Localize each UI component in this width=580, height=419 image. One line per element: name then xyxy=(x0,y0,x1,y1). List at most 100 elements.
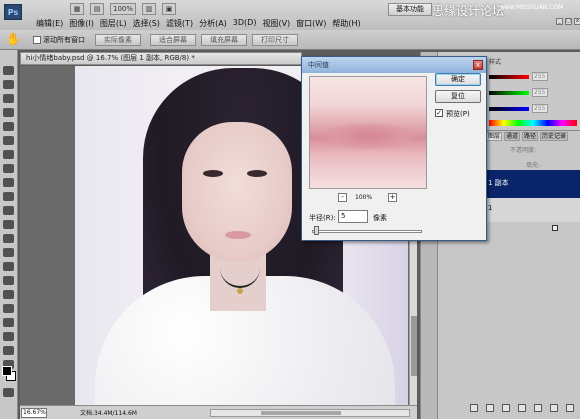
dialog-close-button[interactable]: x xyxy=(473,60,483,70)
close-icon[interactable]: x xyxy=(574,18,580,25)
quick-mask-icon[interactable] xyxy=(3,388,14,397)
reset-button[interactable]: 复位 xyxy=(435,90,481,103)
type-tool-icon[interactable] xyxy=(3,276,14,285)
radius-input[interactable]: 5 xyxy=(338,210,368,223)
menu-window[interactable]: 窗口(W) xyxy=(296,18,326,29)
mini-bridge-icon[interactable]: ▤ xyxy=(90,3,104,15)
3d-rotate-tool-icon[interactable] xyxy=(3,318,14,327)
radius-slider-track[interactable] xyxy=(312,230,422,233)
horizontal-scrollbar[interactable] xyxy=(210,409,410,417)
blue-slider[interactable] xyxy=(489,107,529,111)
foreground-color-swatch[interactable] xyxy=(2,366,12,376)
group-icon[interactable] xyxy=(534,404,542,412)
red-slider[interactable] xyxy=(489,75,529,79)
path-select-tool-icon[interactable] xyxy=(3,290,14,299)
zoom-level-select[interactable]: 100% xyxy=(110,3,136,15)
shape-tool-icon[interactable] xyxy=(3,304,14,313)
screen-mode-icon[interactable]: ▣ xyxy=(162,3,176,15)
pendant xyxy=(237,288,243,294)
link-layers-icon[interactable] xyxy=(470,404,478,412)
blur-tool-icon[interactable] xyxy=(3,234,14,243)
green-value[interactable]: 255 xyxy=(532,88,548,97)
quick-select-tool-icon[interactable] xyxy=(3,108,14,117)
scroll-all-checkbox[interactable] xyxy=(33,36,41,44)
red-value[interactable]: 255 xyxy=(532,72,548,81)
crop-tool-icon[interactable] xyxy=(3,122,14,131)
healing-tool-icon[interactable] xyxy=(3,150,14,159)
status-bar: 16.67% 文档:34.4M/114.6M xyxy=(20,405,417,419)
adjustment-layer-icon[interactable] xyxy=(518,404,526,412)
arrange-icon[interactable]: ▥ xyxy=(142,3,156,15)
watermark-text: 思缘设计论坛 xyxy=(432,4,505,18)
doc-info[interactable]: 文档:34.4M/114.6M xyxy=(80,408,137,417)
tab-history[interactable]: 历史记录 xyxy=(540,132,569,141)
preview-zoom-out-button[interactable]: - xyxy=(338,193,347,202)
layer-row-selected[interactable]: 1 副本 xyxy=(482,170,580,198)
filter-preview[interactable] xyxy=(309,76,427,189)
menu-help[interactable]: 帮助(H) xyxy=(332,18,360,29)
preview-lips xyxy=(320,122,418,150)
eraser-tool-icon[interactable] xyxy=(3,206,14,215)
eyedropper-tool-icon[interactable] xyxy=(3,136,14,145)
menu-3d[interactable]: 3D(D) xyxy=(233,18,257,29)
green-slider[interactable] xyxy=(489,91,529,95)
dodge-tool-icon[interactable] xyxy=(3,248,14,257)
maximize-icon[interactable]: □ xyxy=(565,18,572,25)
preview-checkbox[interactable]: ✓ xyxy=(435,109,443,117)
window-controls: _ □ x xyxy=(556,18,580,25)
menu-edit[interactable]: 编辑(E) xyxy=(36,18,63,29)
layer-style-icon[interactable] xyxy=(486,404,494,412)
hand-tool-icon[interactable]: ✋ xyxy=(6,33,21,45)
bridge-icon[interactable]: ▦ xyxy=(70,3,84,15)
print-size-button[interactable]: 打印尺寸 xyxy=(252,34,298,46)
menu-select[interactable]: 选择(S) xyxy=(133,18,160,29)
brush-tool-icon[interactable] xyxy=(3,164,14,173)
blue-value[interactable]: 255 xyxy=(532,104,548,113)
radius-unit: 像素 xyxy=(373,214,387,222)
opacity-label: 不透明度: xyxy=(510,147,537,154)
color-spectrum[interactable] xyxy=(489,120,577,126)
minimize-icon[interactable]: _ xyxy=(556,18,563,25)
menu-filter[interactable]: 滤镜(T) xyxy=(166,18,193,29)
tab-channels[interactable]: 通道 xyxy=(504,132,521,141)
preview-zoom-in-button[interactable]: + xyxy=(388,193,397,202)
hand-tool-icon-sidebar[interactable] xyxy=(3,346,14,355)
menu-analysis[interactable]: 分析(A) xyxy=(199,18,227,29)
layer-mask-icon[interactable] xyxy=(502,404,510,412)
ps-logo: Ps xyxy=(4,4,22,20)
gradient-tool-icon[interactable] xyxy=(3,220,14,229)
median-dialog: 中间值 x - 100% + 确定 复位 ✓ 预览(P) 半径(R): 5 像素 xyxy=(301,56,487,241)
fill-screen-button[interactable]: 填充屏幕 xyxy=(201,34,247,46)
layer-row[interactable]: 1 xyxy=(482,198,580,222)
fit-screen-button[interactable]: 适合屏幕 xyxy=(150,34,196,46)
tools-panel xyxy=(0,50,18,419)
layers-footer xyxy=(470,404,574,412)
styles-tab[interactable]: 样式 xyxy=(489,57,501,66)
menu-layer[interactable]: 图层(L) xyxy=(100,18,127,29)
tab-layers[interactable]: 图层 xyxy=(486,132,503,141)
history-brush-tool-icon[interactable] xyxy=(3,192,14,201)
move-tool-icon[interactable] xyxy=(3,66,14,75)
document-tab[interactable]: hi小情绪baby.psd @ 16.7% (图层 1 副本, RGB/8) * xyxy=(20,52,302,65)
menu-image[interactable]: 图像(I) xyxy=(69,18,94,29)
zoom-field[interactable]: 16.67% xyxy=(21,408,47,418)
new-layer-icon[interactable] xyxy=(550,404,558,412)
workspace-button[interactable]: 基本功能 xyxy=(388,3,432,16)
dialog-title[interactable]: 中间值 xyxy=(302,57,486,73)
marquee-tool-icon[interactable] xyxy=(3,80,14,89)
pen-tool-icon[interactable] xyxy=(3,262,14,271)
lasso-tool-icon[interactable] xyxy=(3,94,14,103)
menu-view[interactable]: 视图(V) xyxy=(262,18,290,29)
fill-label: 填充: xyxy=(526,162,541,169)
delete-layer-icon[interactable] xyxy=(566,404,574,412)
tab-paths[interactable]: 路径 xyxy=(522,132,539,141)
vertical-scroll-thumb[interactable] xyxy=(411,316,417,376)
clone-stamp-tool-icon[interactable] xyxy=(3,178,14,187)
ok-button[interactable]: 确定 xyxy=(435,73,481,86)
photoshop-window: Ps ▦ ▤ 100% ▥ ▣ 基本功能 思缘设计论坛 www.MISSYUAN… xyxy=(0,0,580,419)
actual-pixels-button[interactable]: 实际像素 xyxy=(95,34,141,46)
radius-slider-thumb[interactable] xyxy=(314,226,319,235)
preview-zoom-level: 100% xyxy=(355,194,373,201)
3d-camera-tool-icon[interactable] xyxy=(3,332,14,341)
horizontal-scroll-thumb[interactable] xyxy=(261,411,341,415)
